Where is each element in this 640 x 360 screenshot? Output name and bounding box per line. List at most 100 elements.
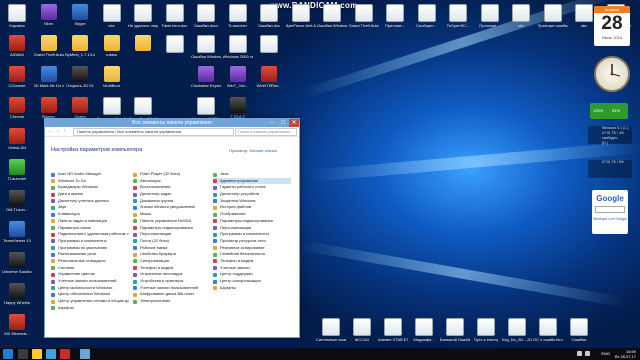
desktop-icon[interactable]: ЖССАХ: [347, 318, 377, 342]
desktop-icon[interactable]: Clocksbar Explorer: [191, 66, 221, 88]
desktop-icon[interactable]: Яндекс: [34, 97, 64, 119]
chrome-icon[interactable]: [46, 349, 56, 359]
desktop-icon[interactable]: ubc: [506, 4, 536, 28]
control-panel-task-icon[interactable]: [80, 349, 90, 359]
control-panel-item[interactable]: Семейная безопасность: [213, 251, 291, 258]
control-panel-item[interactable]: Центр обновления Windows: [51, 291, 129, 298]
desktop-icon[interactable]: Grand Theft Auto: [34, 35, 64, 57]
desktop-icon[interactable]: Корзина: [2, 4, 32, 28]
control-panel-item[interactable]: Мышь: [133, 211, 211, 218]
desktop-icon[interactable]: NyMirid_1.7.13.zip: [65, 35, 95, 57]
control-panel-item[interactable]: Программы по умолчанию: [51, 245, 129, 252]
desktop-icon[interactable]: Ошибки.docx: [191, 4, 221, 28]
control-panel-item[interactable]: Телефон и модем: [133, 265, 211, 272]
control-panel-item[interactable]: Распознавание речи: [51, 251, 129, 258]
desktop-icon[interactable]: Old-TLaun...: [2, 190, 32, 212]
network-icon[interactable]: [577, 351, 582, 356]
control-panel-item[interactable]: Устройства и принтеры: [133, 278, 211, 285]
control-panel-item[interactable]: Учетные записи пользователей: [133, 285, 211, 292]
desktop-icon[interactable]: Windows 2000 ver...: [223, 35, 253, 59]
desktop-icon[interactable]: Opera: [65, 97, 95, 119]
desktop-icon[interactable]: Ошибки: [564, 318, 594, 342]
desktop-icon[interactable]: ОС с ошибк.html: [533, 318, 563, 342]
view-by-dropdown[interactable]: Мелкие значки: [250, 148, 277, 153]
control-panel-item[interactable]: Дата и время: [51, 191, 129, 198]
desktop-icon[interactable]: CCleaner: [2, 66, 32, 88]
control-panel-item[interactable]: Центр синхронизации: [213, 278, 291, 285]
desktop-icon[interactable]: MultiBoot: [97, 66, 127, 88]
address-bar[interactable]: Панель управления › Все элементы панели …: [73, 128, 234, 136]
control-panel-item[interactable]: Параметры индексирования: [133, 225, 211, 232]
desktop-icon[interactable]: Приложе...: [475, 4, 505, 28]
desktop-icon[interactable]: 7.21.6.2: [223, 97, 253, 119]
control-panel-item[interactable]: Программы и компоненты: [51, 238, 129, 245]
control-panel-item[interactable]: Почта (32 бита): [133, 238, 211, 245]
desktop-icon[interactable]: [128, 35, 158, 52]
control-panel-item[interactable]: Устранение неполадок: [133, 271, 211, 278]
control-panel-item[interactable]: Гаджеты рабочего стола: [213, 184, 291, 191]
desktop-icon[interactable]: Сообщен...: [412, 4, 442, 28]
control-panel-item[interactable]: Шрифты: [51, 305, 129, 312]
control-panel-item[interactable]: Электропитание: [133, 298, 211, 305]
control-panel-item[interactable]: Резервное копирование: [213, 245, 291, 252]
desktop-icon[interactable]: Большой Ошибки: [440, 318, 470, 342]
control-panel-item[interactable]: Персонализация: [133, 231, 211, 238]
control-panel-item[interactable]: Администрирование: [213, 177, 291, 185]
drive-gadget[interactable]: Windows 8.1 (C:) 07:01 ГБ / 4% свободно …: [588, 126, 632, 145]
control-panel-item[interactable]: Брандмауэр Windows: [51, 184, 129, 191]
desktop-icon[interactable]: Не удалось открыть 2: [128, 4, 158, 28]
control-panel-item[interactable]: Персонализация: [213, 225, 291, 232]
system-clock[interactable]: 16:59 Вт 28.07.17: [615, 349, 636, 359]
volume-icon[interactable]: [585, 351, 590, 356]
control-panel-item[interactable]: Java: [213, 171, 291, 178]
desktop-icon[interactable]: Fatal error.doc: [160, 4, 190, 28]
desktop-icon[interactable]: ubc: [97, 4, 127, 28]
desktop-icon[interactable]: Системные ошибки: [316, 318, 346, 342]
desktop-icon[interactable]: TeamViewer 13: [2, 221, 32, 243]
search-input[interactable]: Поиск в панели управления: [235, 128, 297, 136]
desktop-icon[interactable]: Viber: [34, 4, 64, 26]
desktop-icon[interactable]: VideoLAN: [2, 128, 32, 150]
desktop-icon[interactable]: Путь к тексту: [471, 318, 501, 342]
control-panel-item[interactable]: Рабочие папки: [133, 245, 211, 252]
control-panel-item[interactable]: Отображение: [213, 211, 291, 218]
control-panel-item[interactable]: Подключения к удаленным рабочим столам: [51, 231, 129, 238]
control-panel-item[interactable]: Синхронизация: [133, 258, 211, 265]
control-panel-item[interactable]: Восстановление: [133, 184, 211, 191]
maximize-button[interactable]: □: [278, 119, 288, 127]
control-panel-item[interactable]: Шифрование диска BitLocker: [133, 291, 211, 298]
desktop-icon[interactable]: MX Ethernal...: [2, 314, 32, 336]
calendar-gadget[interactable]: вторник 28 Июль 2015: [594, 6, 630, 46]
desktop-icon[interactable]: Приложе ошибка.doc: [538, 4, 568, 28]
explorer-icon[interactable]: [18, 349, 28, 359]
control-panel-item[interactable]: Свойства браузера: [133, 251, 211, 258]
desktop-icon[interactable]: Ошибка Windows10: [317, 4, 347, 28]
desktop-icon[interactable]: Grand Theft Auto: [349, 4, 379, 28]
control-panel-item[interactable]: Клавиатура: [51, 211, 129, 218]
control-panel-item[interactable]: Flash Player (32 бита): [133, 171, 211, 178]
control-panel-item[interactable]: Просмотр ресурсов сети: [213, 238, 291, 245]
control-panel-item[interactable]: Региональные стандарты: [51, 258, 129, 265]
control-panel-item[interactable]: Параметры индексирования: [213, 218, 291, 225]
desktop-icon[interactable]: Открыть 2D 01: [65, 66, 95, 88]
desktop-icon[interactable]: Chrome: [2, 97, 32, 119]
desktop-icon[interactable]: TLauncher: [2, 159, 32, 181]
forward-arrow-icon[interactable]: →: [55, 128, 60, 134]
control-panel-window[interactable]: Все элементы панели управления – □ ✕ ← →…: [44, 118, 300, 338]
control-panel-item[interactable]: Система: [51, 265, 129, 272]
desktop-icon[interactable]: Win7_ Mo...: [223, 66, 253, 88]
control-panel-item[interactable]: Диспетчер задач: [133, 191, 211, 198]
control-panel-item[interactable]: Звук: [51, 204, 129, 211]
close-button[interactable]: ✕: [289, 119, 299, 127]
desktop-icon[interactable]: ByteFence Anti-Malw: [286, 4, 316, 28]
minimize-button[interactable]: –: [267, 119, 277, 127]
control-panel-item[interactable]: История файлов: [213, 204, 291, 211]
google-search-input[interactable]: [595, 206, 625, 213]
desktop-icon[interactable]: Universe Sandbox: [2, 252, 32, 274]
clock-gadget[interactable]: [594, 56, 630, 92]
control-panel-item[interactable]: Домашняя группа: [133, 198, 211, 205]
desktop-icon[interactable]: TLauncher: [223, 4, 253, 28]
desktop-icon[interactable]: ruslan: [97, 35, 127, 57]
desktop-icon[interactable]: 3D Mark Ne Do In Mark: [34, 66, 64, 88]
desktop-icon[interactable]: TsOpenSC...: [443, 4, 473, 28]
